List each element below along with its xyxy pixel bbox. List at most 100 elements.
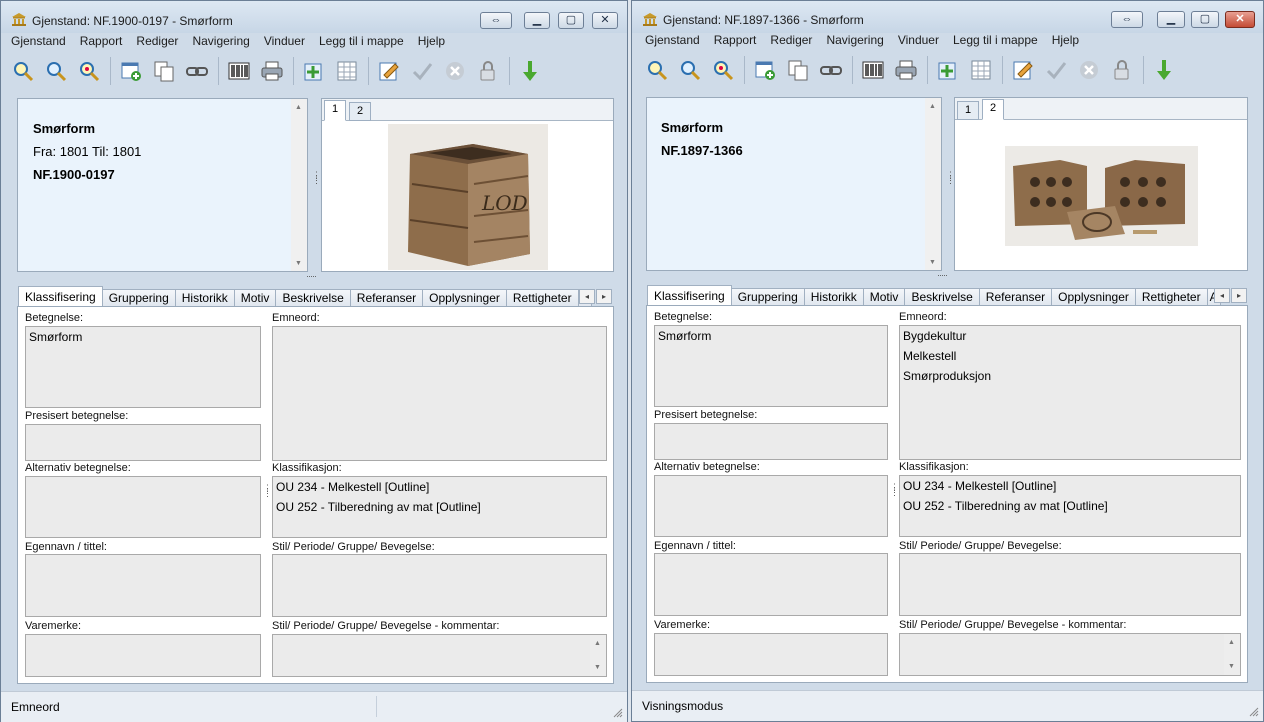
stil-field[interactable] (899, 553, 1241, 616)
barcode-icon[interactable] (861, 58, 885, 82)
search-alt-icon[interactable] (44, 59, 68, 83)
object-photo[interactable] (1005, 146, 1198, 246)
menu-hjelp[interactable]: Hjelp (1052, 33, 1079, 50)
search-advanced-icon[interactable] (77, 59, 101, 83)
horizontal-splitter[interactable]: ····· (306, 271, 317, 281)
presisert-field[interactable] (25, 424, 261, 461)
minimize-button[interactable]: ▁ (1157, 11, 1185, 28)
emneord-item[interactable]: Melkestell (900, 346, 1240, 366)
menu-rediger[interactable]: Rediger (770, 33, 812, 50)
menu-navigering[interactable]: Navigering (826, 33, 883, 50)
image-tab-2[interactable]: 2 (982, 99, 1004, 120)
emneord-item[interactable]: Smørproduksjon (900, 366, 1240, 386)
add-to-list-icon[interactable] (936, 58, 960, 82)
search-icon[interactable] (11, 59, 35, 83)
search-icon[interactable] (645, 58, 669, 82)
edit-icon[interactable] (1011, 58, 1035, 82)
vertical-splitter[interactable]: ⋮ ⋮ (312, 171, 321, 185)
lock-icon[interactable] (476, 59, 500, 83)
cancel-icon[interactable] (443, 59, 467, 83)
object-photo[interactable]: LOD (388, 124, 548, 270)
menu-legg-til-i-mappe[interactable]: Legg til i mappe (953, 33, 1038, 50)
klassifikasjon-field[interactable]: OU 234 - Melkestell [Outline] OU 252 - T… (272, 476, 607, 538)
image-tab-1[interactable]: 1 (324, 100, 346, 121)
menu-gjenstand[interactable]: Gjenstand (645, 33, 700, 50)
maximize-button[interactable]: ▢ (1191, 11, 1219, 28)
search-alt-icon[interactable] (678, 58, 702, 82)
close-button[interactable]: ✕ (592, 12, 618, 29)
new-record-icon[interactable] (119, 59, 143, 83)
menu-legg-til-i-mappe[interactable]: Legg til i mappe (319, 34, 404, 51)
add-to-list-icon[interactable] (302, 59, 326, 83)
egennavn-field[interactable] (654, 553, 888, 616)
copy-record-icon[interactable] (152, 59, 176, 83)
egennavn-field[interactable] (25, 554, 261, 617)
summary-scrollbar[interactable]: ▲ ▼ (291, 99, 307, 271)
klassifikasjon-item[interactable]: OU 252 - Tilberedning av mat [Outline] (900, 496, 1240, 516)
menu-rediger[interactable]: Rediger (136, 34, 178, 51)
check-icon[interactable] (1044, 58, 1068, 82)
maximize-button[interactable]: ▢ (558, 12, 584, 29)
vertical-splitter[interactable]: ⋮ ⋮ (946, 171, 955, 185)
stil-field[interactable] (272, 554, 607, 617)
download-arrow-icon[interactable] (518, 59, 542, 83)
menu-vinduer[interactable]: Vinduer (898, 33, 939, 50)
list-icon[interactable] (969, 58, 993, 82)
tab-klassifisering[interactable]: Klassifisering (18, 286, 103, 308)
edit-icon[interactable] (377, 59, 401, 83)
klassifikasjon-item[interactable]: OU 234 - Melkestell [Outline] (273, 477, 606, 497)
restore-window-button[interactable]: ⇔ (1111, 11, 1143, 28)
search-advanced-icon[interactable] (711, 58, 735, 82)
download-arrow-icon[interactable] (1152, 58, 1176, 82)
tab-scroll-right-button[interactable]: ▸ (596, 289, 612, 304)
stil-kommentar-field[interactable]: ▲ ▼ (899, 633, 1241, 676)
summary-scrollbar[interactable]: ▲ ▼ (925, 98, 941, 270)
comment-scrollbar[interactable]: ▲ ▼ (1224, 634, 1240, 675)
betegnelse-field[interactable]: Smørform (25, 326, 261, 408)
stil-kommentar-field[interactable]: ▲ ▼ (272, 634, 607, 677)
image-tab-2[interactable]: 2 (349, 102, 371, 121)
menu-vinduer[interactable]: Vinduer (264, 34, 305, 51)
menu-gjenstand[interactable]: Gjenstand (11, 34, 66, 51)
emneord-item[interactable]: Bygdekultur (900, 326, 1240, 346)
tab-scroll-left-button[interactable]: ◂ (1214, 288, 1230, 303)
list-icon[interactable] (335, 59, 359, 83)
restore-window-button[interactable]: ⇔ (480, 12, 512, 29)
tab-scroll-right-button[interactable]: ▸ (1231, 288, 1247, 303)
copy-record-icon[interactable] (786, 58, 810, 82)
emneord-field[interactable]: Bygdekultur Melkestell Smørproduksjon (899, 325, 1241, 460)
presisert-field[interactable] (654, 423, 888, 460)
minimize-button[interactable]: ▁ (524, 12, 550, 29)
alternativ-field[interactable] (25, 476, 261, 538)
menu-hjelp[interactable]: Hjelp (418, 34, 445, 51)
barcode-icon[interactable] (227, 59, 251, 83)
resize-grip-icon[interactable] (1249, 707, 1259, 717)
tab-scroll-left-button[interactable]: ◂ (579, 289, 595, 304)
image-tab-1[interactable]: 1 (957, 101, 979, 120)
tab-klassifisering[interactable]: Klassifisering (647, 285, 732, 307)
klassifikasjon-item[interactable]: OU 234 - Melkestell [Outline] (900, 476, 1240, 496)
alternativ-field[interactable] (654, 475, 888, 537)
betegnelse-field[interactable]: Smørform (654, 325, 888, 407)
emneord-field[interactable] (272, 326, 607, 461)
titlebar[interactable]: Gjenstand: NF.1897-1366 - Smørform ⇔ ▁ ▢… (632, 1, 1263, 33)
varemerke-field[interactable] (654, 633, 888, 676)
new-record-icon[interactable] (753, 58, 777, 82)
titlebar[interactable]: Gjenstand: NF.1900-0197 - Smørform ⇔ ▁ ▢… (1, 1, 627, 33)
print-icon[interactable] (260, 59, 284, 83)
check-icon[interactable] (410, 59, 434, 83)
horizontal-splitter[interactable]: ····· (937, 270, 948, 280)
lock-icon[interactable] (1110, 58, 1134, 82)
klassifikasjon-field[interactable]: OU 234 - Melkestell [Outline] OU 252 - T… (899, 475, 1241, 537)
resize-grip-icon[interactable] (613, 708, 623, 718)
form-splitter[interactable]: ⋮ ⋮ (263, 484, 272, 498)
comment-scrollbar[interactable]: ▲ ▼ (590, 635, 606, 676)
varemerke-field[interactable] (25, 634, 261, 677)
form-splitter[interactable]: ⋮ ⋮ (890, 483, 899, 497)
menu-rapport[interactable]: Rapport (714, 33, 757, 50)
klassifikasjon-item[interactable]: OU 252 - Tilberedning av mat [Outline] (273, 497, 606, 517)
print-icon[interactable] (894, 58, 918, 82)
cancel-icon[interactable] (1077, 58, 1101, 82)
menu-rapport[interactable]: Rapport (80, 34, 123, 51)
link-icon[interactable] (819, 58, 843, 82)
